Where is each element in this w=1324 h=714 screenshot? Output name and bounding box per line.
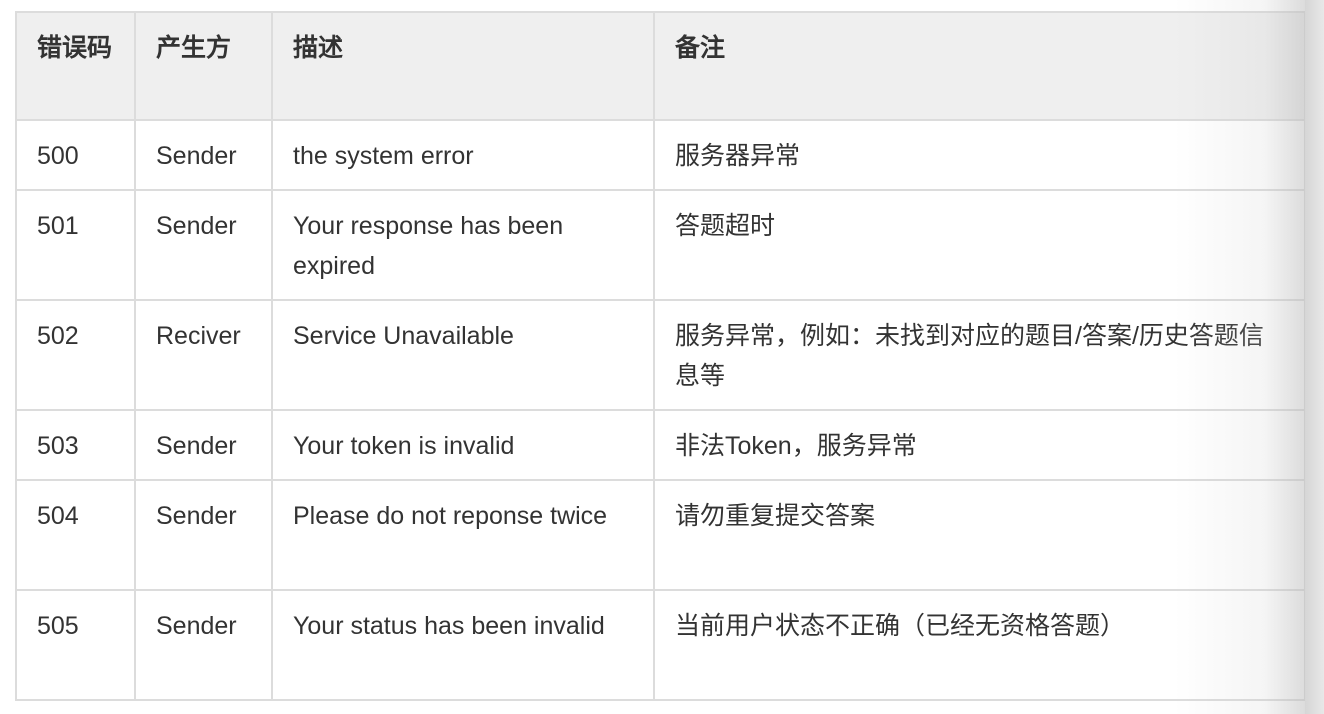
table-row: 501 Sender Your response has been expire… <box>15 189 1306 301</box>
header-error-code: 错误码 <box>15 11 136 121</box>
table-row: 502 Reciver Service Unavailable 服务异常，例如：… <box>15 299 1306 411</box>
cell-description: Your response has been expired <box>271 189 655 301</box>
cell-code: 500 <box>15 119 136 191</box>
cell-source: Sender <box>134 479 273 591</box>
table-header-row: 错误码 产生方 描述 备注 <box>15 11 1306 121</box>
cell-note: 非法Token，服务异常 <box>653 409 1306 481</box>
cell-source: Sender <box>134 409 273 481</box>
header-note: 备注 <box>653 11 1306 121</box>
cell-source: Sender <box>134 119 273 191</box>
cell-note: 服务器异常 <box>653 119 1306 191</box>
cell-source: Reciver <box>134 299 273 411</box>
table-row: 505 Sender Your status has been invalid … <box>15 589 1306 701</box>
error-code-table-container: 错误码 产生方 描述 备注 500 Sender the system erro… <box>15 11 1306 701</box>
table-row: 503 Sender Your token is invalid 非法Token… <box>15 409 1306 481</box>
cell-note: 答题超时 <box>653 189 1306 301</box>
table-row: 500 Sender the system error 服务器异常 <box>15 119 1306 191</box>
table-row: 504 Sender Please do not reponse twice 请… <box>15 479 1306 591</box>
cell-code: 504 <box>15 479 136 591</box>
cell-source: Sender <box>134 589 273 701</box>
cell-description: the system error <box>271 119 655 191</box>
header-source: 产生方 <box>134 11 273 121</box>
cell-description: Please do not reponse twice <box>271 479 655 591</box>
cell-source: Sender <box>134 189 273 301</box>
cell-description: Your status has been invalid <box>271 589 655 701</box>
cell-code: 503 <box>15 409 136 481</box>
error-code-table: 错误码 产生方 描述 备注 500 Sender the system erro… <box>15 11 1306 701</box>
cell-description: Your token is invalid <box>271 409 655 481</box>
right-edge-bar <box>1305 0 1324 714</box>
cell-code: 501 <box>15 189 136 301</box>
cell-note: 当前用户状态不正确（已经无资格答题） <box>653 589 1306 701</box>
header-description: 描述 <box>271 11 655 121</box>
cell-code: 502 <box>15 299 136 411</box>
cell-description: Service Unavailable <box>271 299 655 411</box>
cell-note: 服务异常，例如：未找到对应的题目/答案/历史答题信息等 <box>653 299 1306 411</box>
cell-code: 505 <box>15 589 136 701</box>
cell-note: 请勿重复提交答案 <box>653 479 1306 591</box>
